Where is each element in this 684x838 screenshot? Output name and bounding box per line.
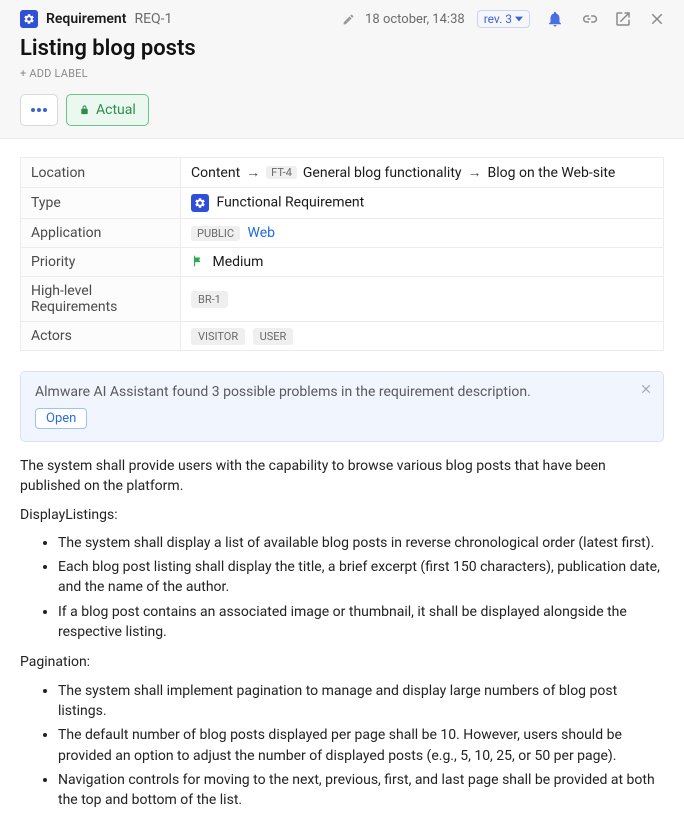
list-item: The default number of blog posts display…: [58, 725, 664, 766]
prop-row-location: Location Content → FT-4 General blog fun…: [21, 158, 664, 188]
header-type-label: Requirement: [46, 11, 126, 27]
ellipsis-icon: [31, 108, 47, 112]
crumb-segment: Content: [191, 165, 240, 181]
chevron-down-icon: [515, 15, 523, 23]
actor-pill[interactable]: USER: [253, 328, 294, 345]
close-icon[interactable]: [639, 382, 653, 396]
header-id: REQ-1: [134, 11, 172, 27]
priority-value: Medium: [212, 254, 263, 270]
prop-value-actors[interactable]: VISITOR USER: [181, 322, 664, 351]
revision-label: rev. 3: [484, 12, 512, 26]
prop-value-hlr[interactable]: BR-1: [181, 277, 664, 322]
timestamp: 18 october, 14:38: [365, 12, 465, 27]
prop-value-type[interactable]: Functional Requirement: [181, 188, 664, 219]
prop-value-priority[interactable]: Medium: [181, 248, 664, 277]
pagination-list: The system shall implement pagination to…: [58, 681, 664, 811]
list-item: Navigation controls for moving to the ne…: [58, 770, 664, 811]
prop-key: High-level Requirements: [21, 277, 181, 322]
flag-icon: [191, 254, 205, 268]
crumb-segment: Blog on the Web-site: [488, 165, 616, 181]
list-item: The system shall display a list of avail…: [58, 533, 664, 553]
arrow-icon: →: [468, 164, 482, 181]
intro-paragraph: The system shall provide users with the …: [20, 456, 664, 497]
prop-row-actors: Actors VISITOR USER: [21, 322, 664, 351]
list-item: Each blog post listing shall display the…: [58, 557, 664, 598]
prop-row-type: Type Functional Requirement: [21, 188, 664, 219]
section-heading: Pagination:: [20, 652, 664, 672]
prop-row-hlr: High-level Requirements BR-1: [21, 277, 664, 322]
add-label-button[interactable]: + ADD LABEL: [20, 67, 666, 80]
prop-row-priority: Priority Medium: [21, 248, 664, 277]
description-body: The system shall provide users with the …: [0, 456, 684, 838]
prop-value-location[interactable]: Content → FT-4 General blog functionalit…: [181, 158, 664, 188]
edit-pencil-icon: [342, 13, 355, 26]
properties-table: Location Content → FT-4 General blog fun…: [20, 157, 664, 351]
list-item: The system shall implement pagination to…: [58, 681, 664, 722]
ai-assistant-alert: Almware AI Assistant found 3 possible pr…: [20, 371, 664, 442]
crumb-segment: General blog functionality: [303, 165, 462, 181]
display-listings-list: The system shall display a list of avail…: [58, 533, 664, 642]
requirement-type-icon: [20, 10, 38, 28]
requirement-pill[interactable]: BR-1: [191, 291, 228, 308]
status-button[interactable]: Actual: [66, 94, 149, 126]
prop-key: Type: [21, 188, 181, 219]
page-title: Listing blog posts: [20, 36, 666, 61]
open-external-icon[interactable]: [614, 10, 632, 28]
status-label: Actual: [96, 102, 136, 118]
application-link[interactable]: Web: [248, 225, 276, 241]
prop-value-application[interactable]: PUBLIC Web: [181, 219, 664, 248]
prop-key: Application: [21, 219, 181, 248]
actor-pill[interactable]: VISITOR: [191, 328, 245, 345]
header-top-row: Requirement REQ-1 18 october, 14:38 rev.…: [20, 10, 666, 28]
revision-dropdown[interactable]: rev. 3: [477, 10, 530, 28]
close-icon[interactable]: [648, 10, 666, 28]
properties-panel: Location Content → FT-4 General blog fun…: [0, 139, 684, 357]
more-actions-button[interactable]: [20, 94, 58, 126]
ai-message: Almware AI Assistant found 3 possible pr…: [35, 384, 649, 400]
type-value: Functional Requirement: [216, 195, 364, 211]
prop-key: Location: [21, 158, 181, 188]
lock-icon: [79, 104, 90, 116]
detail-header: Requirement REQ-1 18 october, 14:38 rev.…: [0, 0, 684, 139]
action-row: Actual: [20, 94, 666, 126]
section-heading: DisplayListings:: [20, 505, 664, 525]
visibility-pill: PUBLIC: [191, 226, 240, 241]
ai-open-button[interactable]: Open: [35, 408, 87, 429]
arrow-icon: →: [246, 164, 260, 181]
prop-key: Priority: [21, 248, 181, 277]
link-icon[interactable]: [580, 10, 598, 28]
prop-row-application: Application PUBLIC Web: [21, 219, 664, 248]
list-item: If a blog post contains an associated im…: [58, 602, 664, 643]
bell-icon[interactable]: [546, 10, 564, 28]
feature-tag: FT-4: [266, 166, 297, 179]
prop-key: Actors: [21, 322, 181, 351]
gear-icon: [191, 194, 209, 212]
